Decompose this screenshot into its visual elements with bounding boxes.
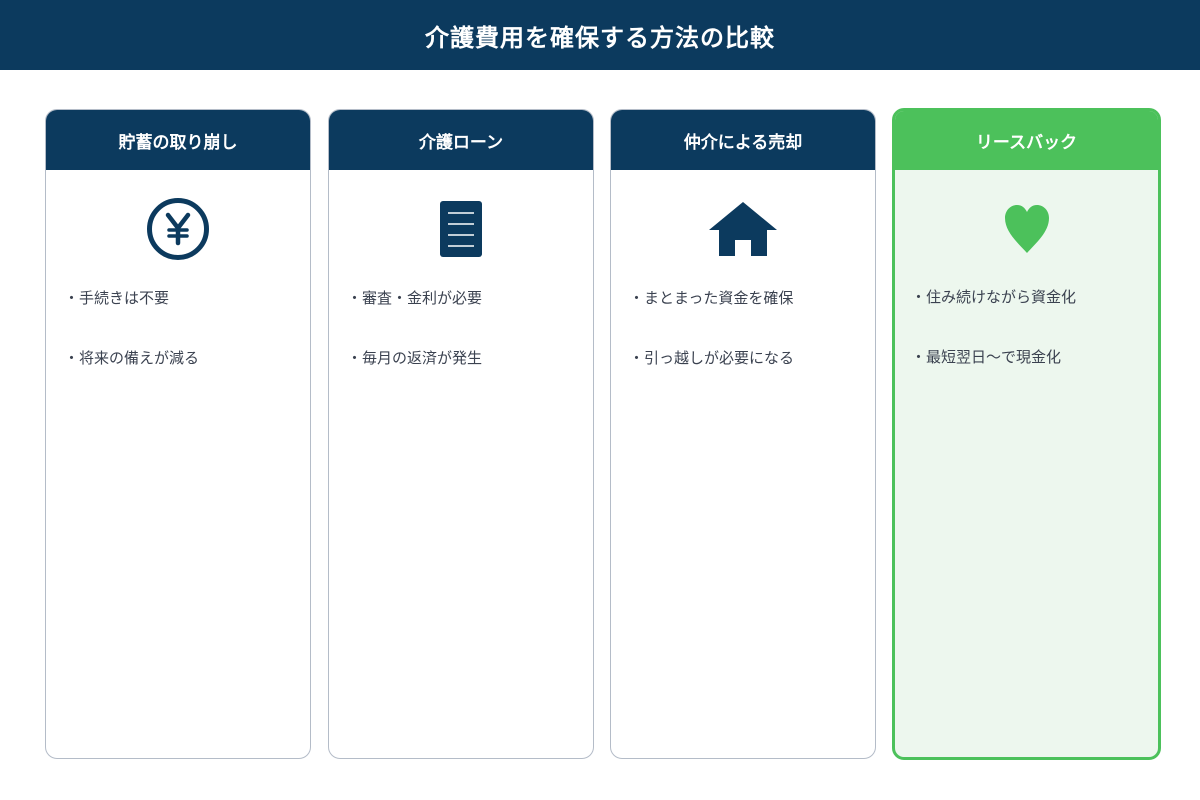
card-title: リースバック: [895, 111, 1158, 170]
card-point: ・まとまった資金を確保: [629, 289, 794, 307]
card-points: ・審査・金利が必要 ・毎月の返済が発生: [329, 288, 593, 408]
yen-circle-icon: [46, 170, 310, 288]
heart-icon: [895, 170, 1158, 287]
card-point: ・最短翌日〜で現金化: [911, 348, 1062, 366]
card-title: 貯蓄の取り崩し: [46, 110, 310, 170]
card-title: 介護ローン: [329, 110, 593, 170]
card-title: 仲介による売却: [611, 110, 875, 170]
card-point: ・将来の備えが減る: [64, 349, 200, 367]
card-point: ・審査・金利が必要: [347, 289, 483, 307]
card-point: ・手続きは不要: [64, 289, 170, 307]
comparison-cards: 貯蓄の取り崩し ・手続きは不要 ・将来の備えが減る 介護ローン ・審査・金利が必…: [0, 0, 1200, 800]
card-points: ・まとまった資金を確保 ・引っ越しが必要になる: [611, 288, 875, 408]
card-point: ・引っ越しが必要になる: [629, 349, 795, 367]
card-savings: 貯蓄の取り崩し ・手続きは不要 ・将来の備えが減る: [45, 109, 311, 759]
card-points: ・手続きは不要 ・将来の備えが減る: [46, 288, 310, 408]
card-point: ・住み続けながら資金化: [911, 288, 1077, 306]
card-leaseback: リースバック ・住み続けながら資金化 ・最短翌日〜で現金化: [892, 108, 1161, 760]
card-brokerage-sale: 仲介による売却 ・まとまった資金を確保 ・引っ越しが必要になる: [610, 109, 876, 759]
house-icon: [611, 170, 875, 288]
document-icon: [329, 170, 593, 288]
card-care-loan: 介護ローン ・審査・金利が必要 ・毎月の返済が発生: [328, 109, 594, 759]
card-points: ・住み続けながら資金化 ・最短翌日〜で現金化: [895, 287, 1158, 407]
card-point: ・毎月の返済が発生: [347, 349, 483, 367]
